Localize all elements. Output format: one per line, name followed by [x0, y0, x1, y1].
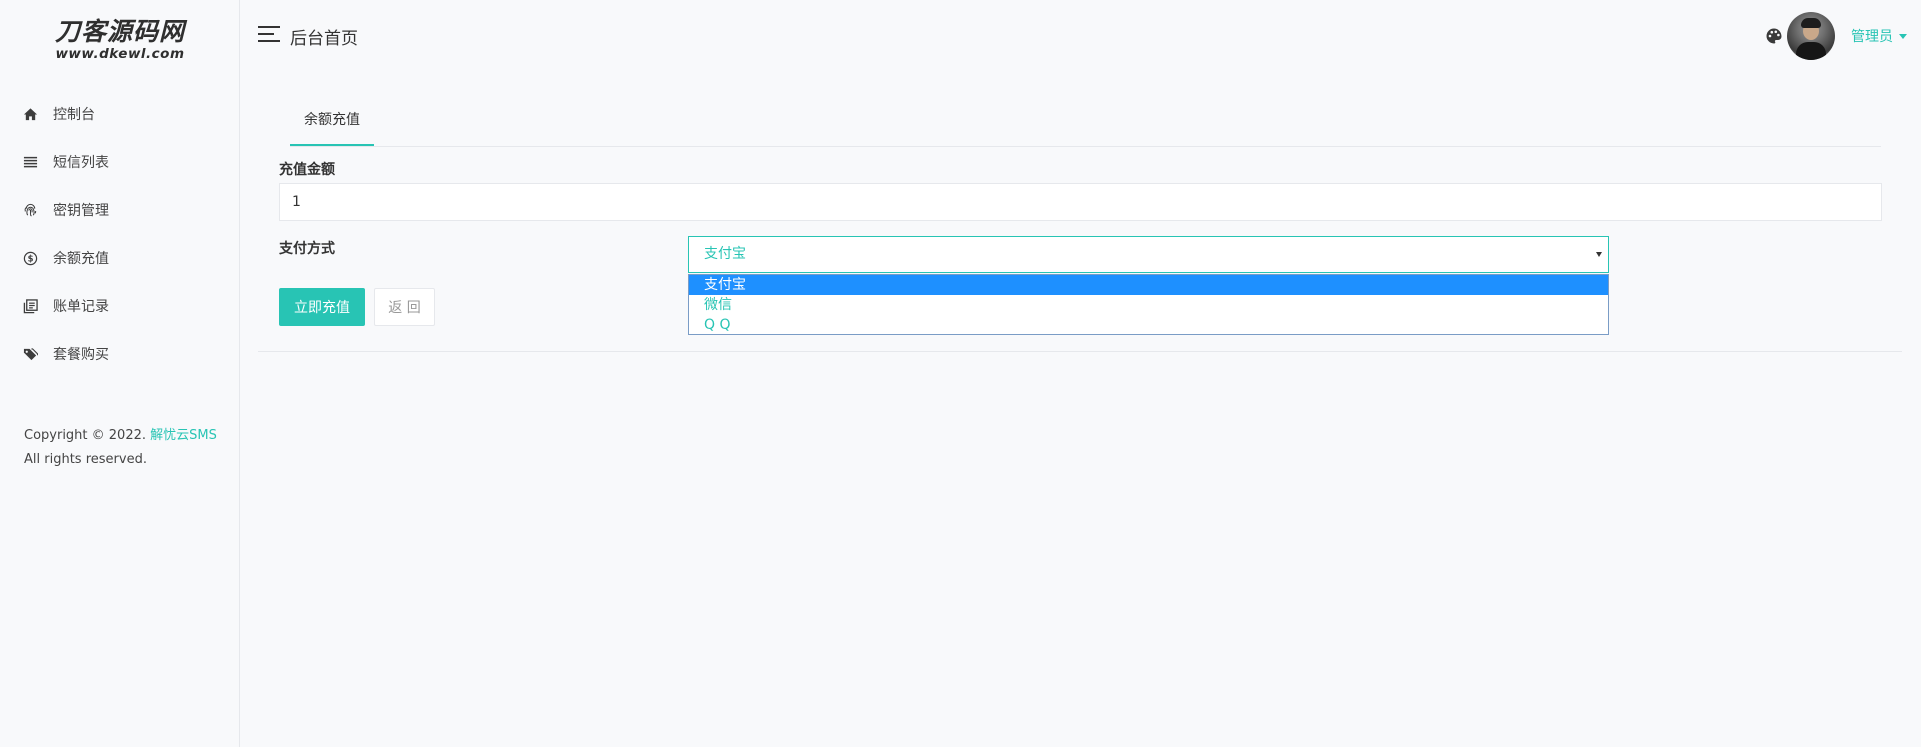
- user-name: 管理员: [1851, 29, 1893, 45]
- payment-method-select[interactable]: 支付宝: [688, 236, 1609, 273]
- home-icon: [22, 106, 38, 122]
- sidebar-item-label: 套餐购买: [53, 347, 109, 363]
- payment-option-qq[interactable]: Q Q: [689, 315, 1608, 335]
- sidebar-item-key-management[interactable]: 密钥管理: [0, 186, 240, 234]
- fingerprint-icon: [22, 202, 38, 218]
- avatar[interactable]: [1787, 12, 1835, 60]
- payment-method-dropdown: 支付宝 微信 Q Q: [688, 274, 1609, 335]
- user-menu[interactable]: 管理员: [1851, 26, 1907, 46]
- page-title: 后台首页: [290, 29, 358, 49]
- sidebar-item-console[interactable]: 控制台: [0, 90, 240, 138]
- sidebar-item-sms-list[interactable]: 短信列表: [0, 138, 240, 186]
- sidebar-item-bill-records[interactable]: 账单记录: [0, 282, 240, 330]
- dropdown-arrow-icon: [1596, 252, 1602, 257]
- chevron-down-icon: [1899, 33, 1907, 39]
- tab-balance-recharge[interactable]: 余额充值: [290, 102, 374, 146]
- header: 后台首页 管理员: [240, 0, 1921, 70]
- logo-subtitle: www.dkewl.com: [55, 46, 185, 62]
- payment-option-alipay[interactable]: 支付宝: [689, 275, 1608, 295]
- tab-bar: 余额充值: [290, 102, 1881, 147]
- sidebar-item-balance-recharge[interactable]: $ 余额充值: [0, 234, 240, 282]
- sidebar-nav: 控制台 短信列表 密钥管理 $ 余额充值 账单记录 套餐购买: [0, 90, 240, 378]
- sidebar-item-label: 控制台: [53, 107, 95, 123]
- dollar-circle-icon: $: [22, 250, 38, 266]
- sidebar-item-label: 余额充值: [53, 251, 109, 267]
- copyright-suffix: All rights reserved.: [24, 452, 147, 467]
- amount-label: 充值金额: [279, 162, 335, 178]
- payment-option-wechat[interactable]: 微信: [689, 295, 1608, 315]
- book-icon: [22, 298, 38, 314]
- palette-icon[interactable]: [1765, 27, 1783, 45]
- logo-title: 刀客源码网: [54, 17, 185, 46]
- copyright: Copyright © 2022. 解忧云SMS All rights rese…: [24, 424, 217, 472]
- payment-method-label: 支付方式: [279, 241, 335, 257]
- copyright-brand-link[interactable]: 解忧云SMS: [150, 428, 217, 443]
- back-button[interactable]: 返 回: [374, 288, 435, 326]
- list-icon: [22, 154, 38, 170]
- copyright-prefix: Copyright © 2022.: [24, 428, 147, 443]
- sidebar-item-package-purchase[interactable]: 套餐购买: [0, 330, 240, 378]
- divider: [258, 351, 1902, 352]
- payment-method-selected: 支付宝: [704, 246, 746, 262]
- sidebar-item-label: 账单记录: [53, 299, 109, 315]
- logo[interactable]: 刀客源码网 www.dkewl.com: [54, 17, 186, 63]
- svg-text:$: $: [27, 253, 33, 263]
- amount-input[interactable]: 1: [279, 183, 1882, 221]
- tags-icon: [22, 346, 38, 362]
- menu-icon[interactable]: [258, 26, 280, 44]
- sidebar-item-label: 密钥管理: [53, 203, 109, 219]
- recharge-button[interactable]: 立即充值: [279, 288, 365, 326]
- sidebar: 刀客源码网 www.dkewl.com 控制台 短信列表 密钥管理 $ 余额充值…: [0, 0, 240, 747]
- sidebar-item-label: 短信列表: [53, 155, 109, 171]
